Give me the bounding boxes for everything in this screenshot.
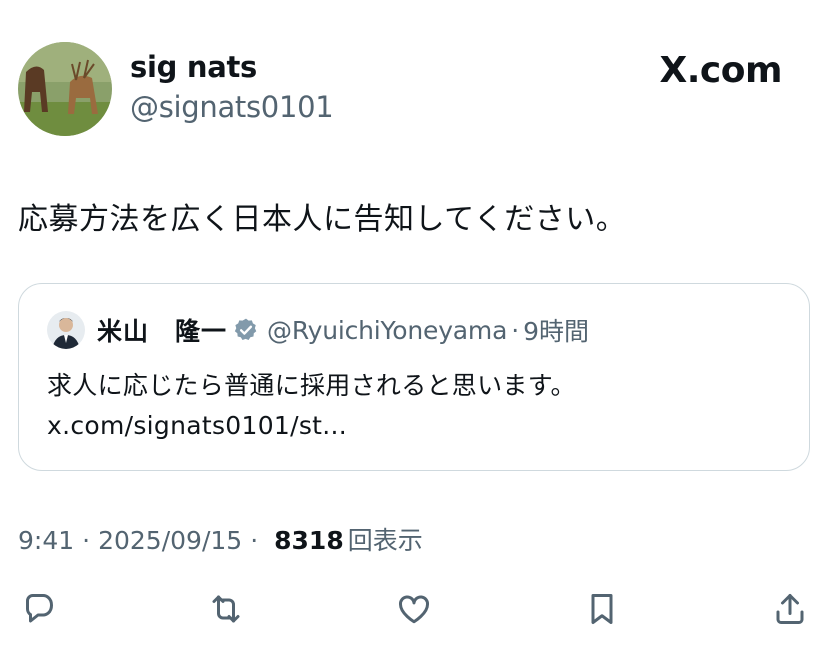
meta-separator: · (250, 526, 259, 555)
tweet-actions (0, 585, 828, 635)
reply-button[interactable] (18, 589, 58, 629)
quote-author-handle[interactable]: @RyuichiYoneyama (267, 316, 507, 345)
heart-icon (398, 595, 430, 624)
quote-tweet-card[interactable]: 米山 隆一 @RyuichiYoneyama · 9時間 求人に応じたら普通に採… (18, 283, 810, 471)
quote-timestamp[interactable]: 9時間 (523, 312, 589, 348)
quote-author-name[interactable]: 米山 隆一 (97, 312, 227, 348)
quote-body-text: 求人に応じたら普通に採用されると思います。 x.com/signats0101/… (47, 371, 576, 440)
author-display-name[interactable]: sig nats (130, 50, 257, 84)
retweet-button[interactable] (206, 589, 246, 629)
quote-separator: · (511, 315, 520, 345)
x-brand-logo: X.com (659, 50, 782, 91)
views-label: 回表示 (347, 526, 423, 555)
author-handle[interactable]: @signats0101 (130, 90, 334, 124)
x-brand-label: X.com (659, 50, 782, 91)
bookmark-icon (591, 594, 613, 624)
share-icon (776, 594, 804, 624)
verified-badge-icon (234, 318, 257, 340)
retweet-icon (212, 595, 240, 623)
quote-author-avatar[interactable] (47, 311, 85, 349)
bookmark-button[interactable] (582, 589, 622, 629)
quote-header: 米山 隆一 @RyuichiYoneyama · 9時間 (97, 312, 589, 348)
meta-separator: · (82, 526, 91, 555)
tweet-time[interactable]: 9:41 (18, 526, 74, 555)
author-avatar[interactable] (18, 42, 112, 136)
views-count: 8318 (274, 526, 344, 555)
tweet-date[interactable]: 2025/09/15 (98, 526, 242, 555)
tweet-meta: 9:41 · 2025/09/15 · 8318 回表示 (18, 521, 423, 557)
tweet-text: 応募方法を広く日本人に告知してください。 (18, 202, 627, 237)
like-button[interactable] (394, 589, 434, 629)
share-button[interactable] (770, 589, 810, 629)
reply-icon (26, 594, 53, 623)
